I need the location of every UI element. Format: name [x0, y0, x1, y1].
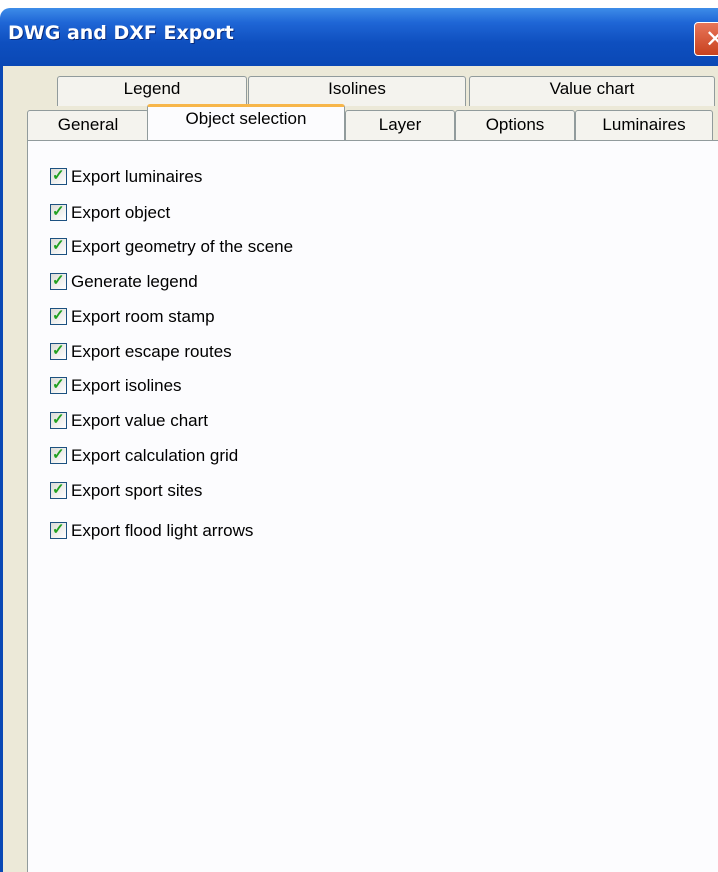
tab-isolines[interactable]: Isolines	[248, 76, 466, 106]
check-icon: ✓	[52, 446, 65, 463]
check-icon: ✓	[52, 521, 65, 538]
tab-legend[interactable]: Legend	[57, 76, 247, 106]
checkbox[interactable]: ✓	[50, 203, 67, 221]
tab-label: Luminaires	[602, 115, 686, 134]
check-icon: ✓	[52, 307, 65, 324]
title-bar: DWG and DXF Export ✕	[0, 8, 718, 66]
checkbox[interactable]: ✓	[50, 521, 67, 539]
checkbox-label: Export isolines	[71, 376, 182, 395]
check-icon: ✓	[52, 411, 65, 428]
tab-panel-object-selection: ✓ Export luminaires ✓ Export object ✓ Ex…	[27, 140, 718, 872]
tab-label: Layer	[378, 115, 422, 134]
tab-value-chart[interactable]: Value chart	[469, 76, 715, 106]
checkbox[interactable]: ✓	[50, 376, 67, 394]
check-icon: ✓	[52, 481, 65, 498]
check-icon: ✓	[52, 272, 65, 289]
check-icon: ✓	[52, 376, 65, 393]
tab-object-selection[interactable]: Object selection	[147, 104, 345, 140]
checkbox-label: Export escape routes	[71, 342, 232, 361]
tab-layer[interactable]: Layer	[345, 110, 455, 140]
checkbox-label: Export object	[71, 203, 171, 222]
checkbox-label: Export value chart	[71, 411, 209, 430]
checkbox-label: Export room stamp	[71, 307, 215, 326]
checkbox[interactable]: ✓	[50, 411, 67, 429]
tab-label: Value chart	[549, 79, 635, 98]
tab-label: Isolines	[328, 79, 386, 98]
checkbox-label: Export geometry of the scene	[71, 237, 294, 256]
checkbox[interactable]: ✓	[50, 446, 67, 464]
checkbox-label: Export luminaires	[71, 167, 203, 186]
checkbox[interactable]: ✓	[50, 481, 67, 499]
checkbox-label: Generate legend	[71, 272, 198, 291]
checkbox[interactable]: ✓	[50, 342, 67, 360]
checkbox-label: Export flood light arrows	[71, 521, 254, 540]
tab-general[interactable]: General	[27, 110, 149, 140]
check-icon: ✓	[52, 167, 65, 184]
window-title: DWG and DXF Export	[8, 22, 234, 44]
checkbox[interactable]: ✓	[50, 237, 67, 255]
tab-label: Object selection	[185, 109, 307, 128]
tab-luminaires[interactable]: Luminaires	[575, 110, 713, 140]
checkbox[interactable]: ✓	[50, 272, 67, 290]
tab-label: Options	[485, 115, 545, 134]
checkbox-label: Export calculation grid	[71, 446, 239, 465]
checkbox-label: Export sport sites	[71, 481, 203, 500]
checkbox[interactable]: ✓	[50, 307, 67, 325]
tab-label: Legend	[123, 79, 181, 98]
check-icon: ✓	[52, 342, 65, 359]
tab-options[interactable]: Options	[455, 110, 575, 140]
check-icon: ✓	[52, 237, 65, 254]
tab-label: General	[57, 115, 119, 134]
check-icon: ✓	[52, 203, 65, 220]
checkbox[interactable]: ✓	[50, 167, 67, 185]
close-icon: ✕	[705, 25, 718, 53]
close-button[interactable]: ✕	[694, 22, 718, 56]
